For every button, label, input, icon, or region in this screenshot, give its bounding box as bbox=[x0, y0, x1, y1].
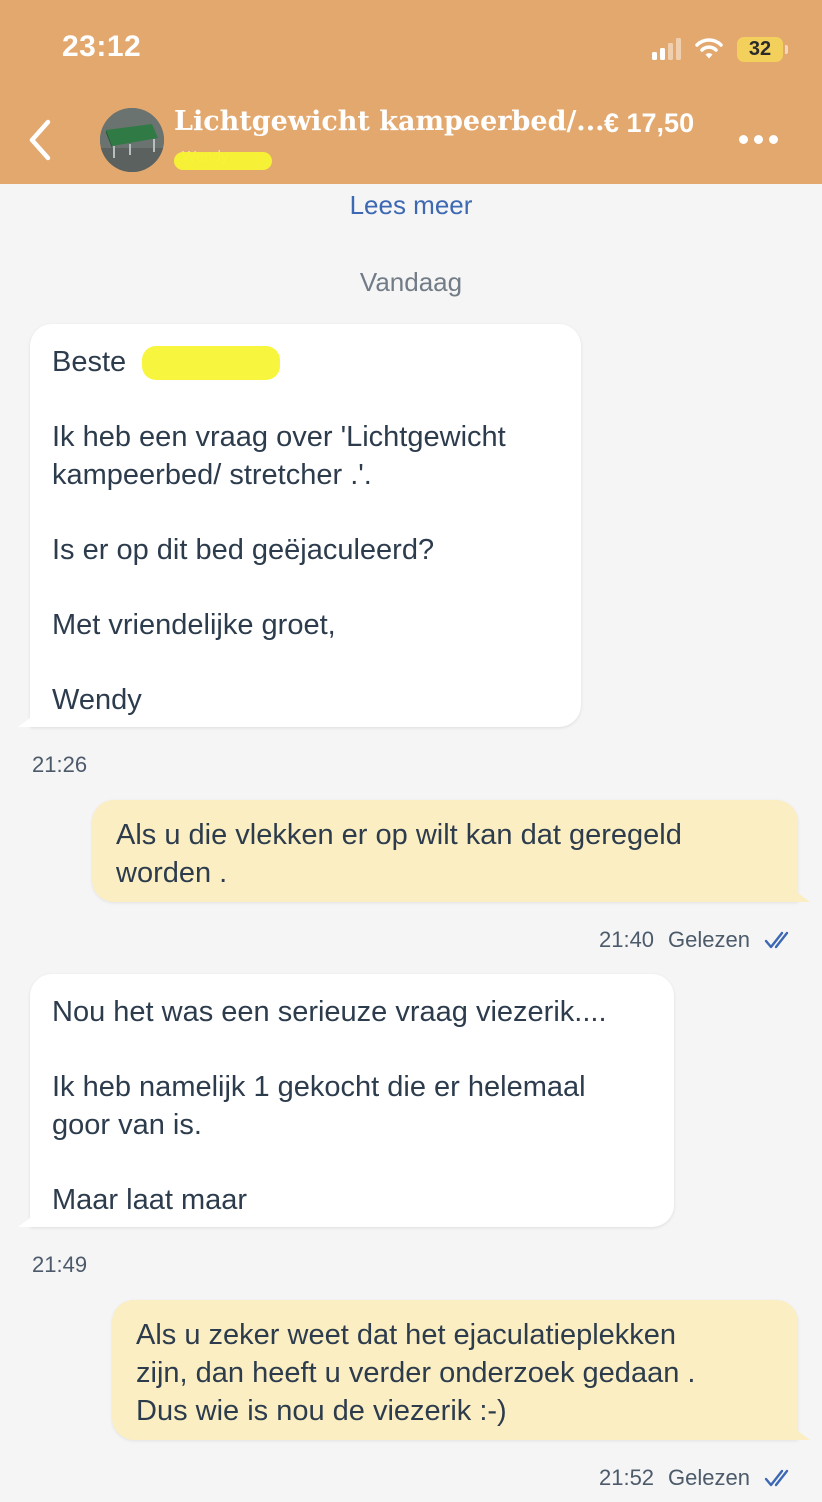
listing-thumbnail[interactable] bbox=[100, 108, 164, 172]
chevron-left-icon bbox=[29, 119, 51, 161]
status-time: 23:12 bbox=[62, 30, 142, 63]
message-line: Ik heb een vraag over 'Lichtgewicht bbox=[52, 421, 506, 453]
message-bubble-incoming[interactable]: Nou het was een serieuze vraag viezerik.… bbox=[18, 974, 674, 1227]
status-icons: 32 bbox=[652, 34, 788, 64]
double-check-icon bbox=[764, 1469, 789, 1487]
message-meta: 21:40 Gelezen bbox=[599, 927, 794, 953]
listing-title[interactable]: Lichtgewicht kampeerbed/... bbox=[174, 106, 605, 137]
wifi-icon bbox=[695, 38, 723, 59]
message-time: 21:52 bbox=[598, 1465, 655, 1490]
message-time: 21:49 bbox=[32, 1252, 88, 1277]
message-line: Ik heb namelijk 1 gekocht die er helemaa… bbox=[52, 1071, 586, 1103]
redaction-mark bbox=[174, 152, 272, 170]
read-status: Gelezen bbox=[668, 927, 750, 952]
message-line: Met vriendelijke groet, bbox=[52, 609, 336, 641]
message-line: Beste bbox=[52, 346, 127, 378]
message-time: 21:40 bbox=[598, 927, 655, 952]
message-line: Als u die vlekken er op wilt kan dat ger… bbox=[116, 819, 682, 851]
message-time: 21:26 bbox=[32, 752, 88, 777]
message-line: goor van is. bbox=[52, 1109, 202, 1141]
message-bubble-outgoing[interactable]: Als u die vlekken er op wilt kan dat ger… bbox=[92, 800, 810, 902]
message-line: Maar laat maar bbox=[52, 1184, 248, 1216]
message-line: Nou het was een serieuze vraag viezerik.… bbox=[52, 996, 607, 1028]
double-check-icon bbox=[764, 931, 789, 949]
message-line: kampeerbed/ stretcher .'. bbox=[52, 459, 372, 491]
message-line: zijn, dan heeft u verder onderzoek gedaa… bbox=[136, 1357, 696, 1389]
redaction-mark bbox=[142, 346, 280, 380]
message-line: Dus wie is nou de viezerik :-) bbox=[136, 1395, 507, 1427]
message-line: worden . bbox=[116, 857, 228, 889]
read-more-link[interactable]: Lees meer bbox=[0, 190, 822, 221]
message-bubble-incoming[interactable]: Beste Ik heb een vraag over 'Lichtgewich… bbox=[18, 324, 581, 727]
battery-icon: 32 bbox=[737, 36, 788, 62]
message-line: Als u zeker weet dat het ejaculatieplekk… bbox=[136, 1319, 677, 1351]
back-button[interactable] bbox=[18, 114, 62, 166]
read-status: Gelezen bbox=[668, 1465, 750, 1490]
date-separator: Vandaag bbox=[359, 267, 463, 297]
message-line: Is er op dit bed geëjaculeerd? bbox=[52, 534, 435, 566]
message-meta: 21:52 Gelezen bbox=[599, 1465, 794, 1491]
listing-price: € 17,50 bbox=[604, 108, 695, 138]
seller-name-redacted: Wendy bbox=[174, 146, 272, 172]
battery-level: 32 bbox=[737, 36, 783, 62]
app-header: 23:12 32 Lichtgewicht kampeerbed/... € 1… bbox=[0, 0, 822, 184]
more-options-button[interactable] bbox=[728, 122, 788, 156]
message-line: Wendy bbox=[52, 684, 142, 716]
message-bubble-outgoing[interactable]: Als u zeker weet dat het ejaculatieplekk… bbox=[112, 1300, 810, 1440]
cellular-signal-icon bbox=[652, 38, 681, 60]
